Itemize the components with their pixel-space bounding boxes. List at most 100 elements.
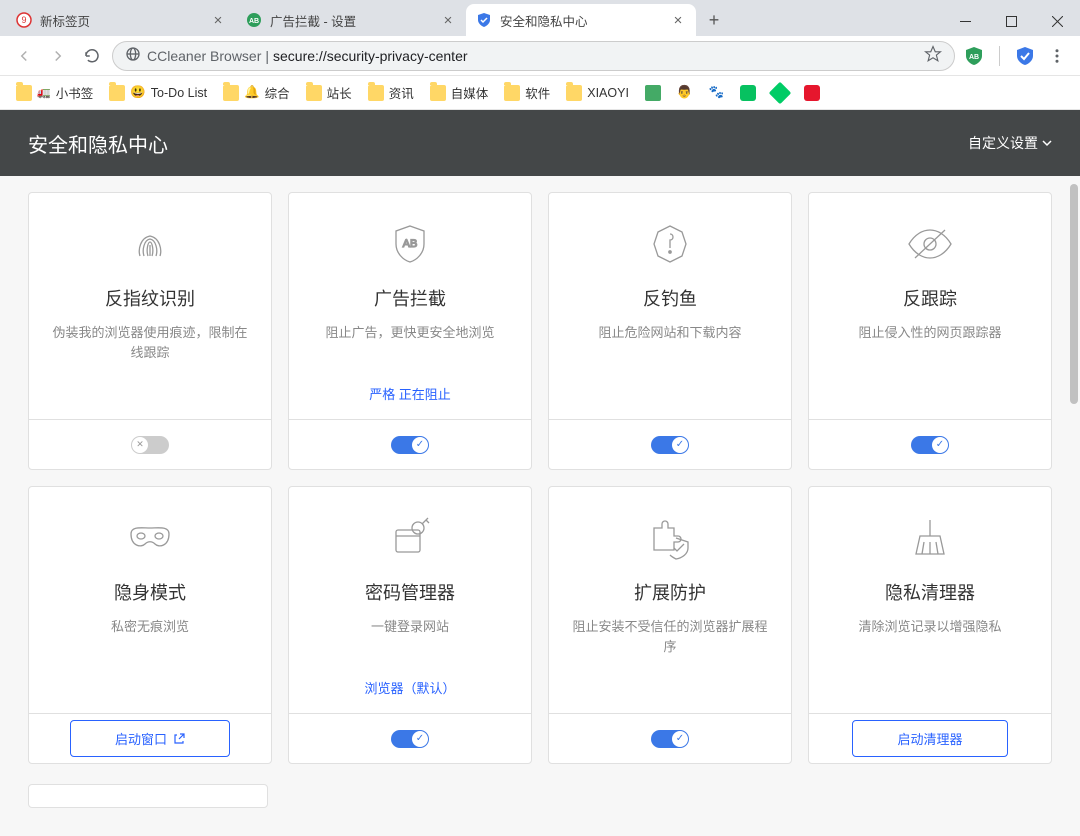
tab-favicon [476,12,492,28]
card-desc: 伪装我的浏览器使用痕迹，限制在线跟踪 [29,323,271,362]
close-icon[interactable]: × [440,12,456,29]
tab-favicon: AB [246,12,262,28]
page-content: 安全和隐私中心 自定义设置 反指纹识别 伪装我的浏览器使用痕迹，限制在线跟踪 [0,110,1080,836]
tab-title: 广告拦截 - 设置 [270,11,432,30]
bookmark-label: 自媒体 [451,83,489,102]
omnibox[interactable]: CCleaner Browser|secure://security-priva… [112,41,955,71]
settings-label: 自定义设置 [968,133,1038,153]
titlebar: 9 新标签页 × AB 广告拦截 - 设置 × 安全和隐私中心 × + [0,0,1080,36]
toggle-switch[interactable] [651,436,689,454]
address-bar: CCleaner Browser|secure://security-priva… [0,36,1080,76]
card-status[interactable]: 浏览器（默认） [354,674,465,701]
launch-window-button[interactable]: 启动窗口 [70,720,230,757]
external-icon [173,733,185,745]
maximize-button[interactable] [988,6,1034,36]
card-footer [289,419,531,469]
favicon [769,81,792,104]
toggle-switch[interactable] [911,436,949,454]
card-title: 隐私清理器 [885,579,975,605]
card-title: 广告拦截 [374,285,446,311]
card-desc: 阻止广告，更快更安全地浏览 [307,323,512,343]
bookmark-item[interactable] [639,82,667,104]
svg-text:9: 9 [21,15,26,25]
reload-button[interactable] [78,42,106,70]
button-label: 启动清理器 [897,729,962,748]
bookmark-item[interactable]: 软件 [498,80,556,105]
site-info-icon[interactable] [125,46,141,65]
bookmark-item[interactable] [798,82,826,104]
bookmark-item[interactable]: 👨 [671,82,699,103]
shield-ext-icon[interactable] [1014,45,1036,67]
card-anti-phishing: 反钓鱼 阻止危险网站和下载内容 [548,192,792,470]
menu-button[interactable] [1046,45,1068,67]
bookmark-item[interactable]: 资讯 [362,80,420,105]
card-status[interactable]: 严格 正在阻止 [359,380,461,407]
tab-newpage[interactable]: 9 新标签页 × [6,4,236,36]
card-status [660,693,680,701]
card-password-manager: 密码管理器 一键登录网站 浏览器（默认） [288,486,532,764]
tab-adblock[interactable]: AB 广告拦截 - 设置 × [236,4,466,36]
toggle-switch[interactable] [131,436,169,454]
card-extension-guard: 扩展防护 阻止安装不受信任的浏览器扩展程序 [548,486,792,764]
weibo-icon [804,85,820,101]
svg-text:AB: AB [249,18,259,25]
bookmark-item[interactable]: 站长 [300,80,358,105]
bookmark-item[interactable]: 🐾 [703,82,731,103]
page-header: 安全和隐私中心 自定义设置 [0,110,1080,176]
card-privacy-cleaner: 隐私清理器 清除浏览记录以增强隐私 启动清理器 [808,486,1052,764]
tab-securitycenter[interactable]: 安全和隐私中心 × [466,4,696,36]
bookmark-item[interactable]: 自媒体 [424,80,495,105]
scrollbar[interactable] [1070,184,1078,404]
close-window-button[interactable] [1034,6,1080,36]
eye-off-icon [903,217,957,271]
svg-text:AB: AB [969,54,979,61]
folder-icon [504,85,520,101]
tab-title: 安全和隐私中心 [500,11,662,30]
customize-settings-button[interactable]: 自定义设置 [968,133,1052,153]
toggle-switch[interactable] [651,730,689,748]
close-icon[interactable]: × [210,12,226,29]
bookmark-item[interactable]: 😃To-Do List [103,82,213,104]
launch-cleaner-button[interactable]: 启动清理器 [852,720,1007,757]
tab-favicon: 9 [16,12,32,28]
key-icon [386,511,434,565]
divider [999,46,1000,66]
minimize-button[interactable] [942,6,988,36]
close-icon[interactable]: × [670,12,686,29]
back-button[interactable] [10,42,38,70]
card-status [140,399,160,407]
forward-button[interactable] [44,42,72,70]
puzzle-shield-icon [644,511,696,565]
toggle-switch[interactable] [391,730,429,748]
card-desc: 阻止安装不受信任的浏览器扩展程序 [549,617,791,656]
shield-ab-icon: AB [386,217,434,271]
folder-icon [430,85,446,101]
card-footer: 启动清理器 [809,713,1051,763]
button-label: 启动窗口 [115,729,167,748]
bookmark-label: 小书签 [56,83,94,102]
card-incognito: 隐身模式 私密无痕浏览 启动窗口 [28,486,272,764]
bookmark-label: To-Do List [151,86,207,100]
folder-icon [306,85,322,101]
card-title: 密码管理器 [365,579,455,605]
bookmark-star-icon[interactable] [924,45,942,66]
bookmark-item[interactable] [734,82,762,104]
new-tab-button[interactable]: + [700,6,728,34]
wechat-icon [740,85,756,101]
bookmark-label: 综合 [265,83,290,102]
bookmark-item[interactable]: 🔔综合 [217,80,296,105]
bookmark-label: XIAOYI [587,86,629,100]
toggle-switch[interactable] [391,436,429,454]
card-desc: 一键登录网站 [353,617,467,637]
bookmark-item[interactable]: 🚛小书签 [10,80,99,105]
card-status [920,693,940,701]
card-status [140,693,160,701]
adblock-ext-icon[interactable]: AB [963,45,985,67]
folder-icon [109,85,125,101]
bookmark-item[interactable]: XIAOYI [560,82,635,104]
folder-icon [16,85,32,101]
bookmark-item[interactable] [766,82,794,104]
card-desc: 私密无痕浏览 [93,617,207,637]
bookmark-label: 软件 [525,83,550,102]
bookmark-label: 站长 [327,83,352,102]
